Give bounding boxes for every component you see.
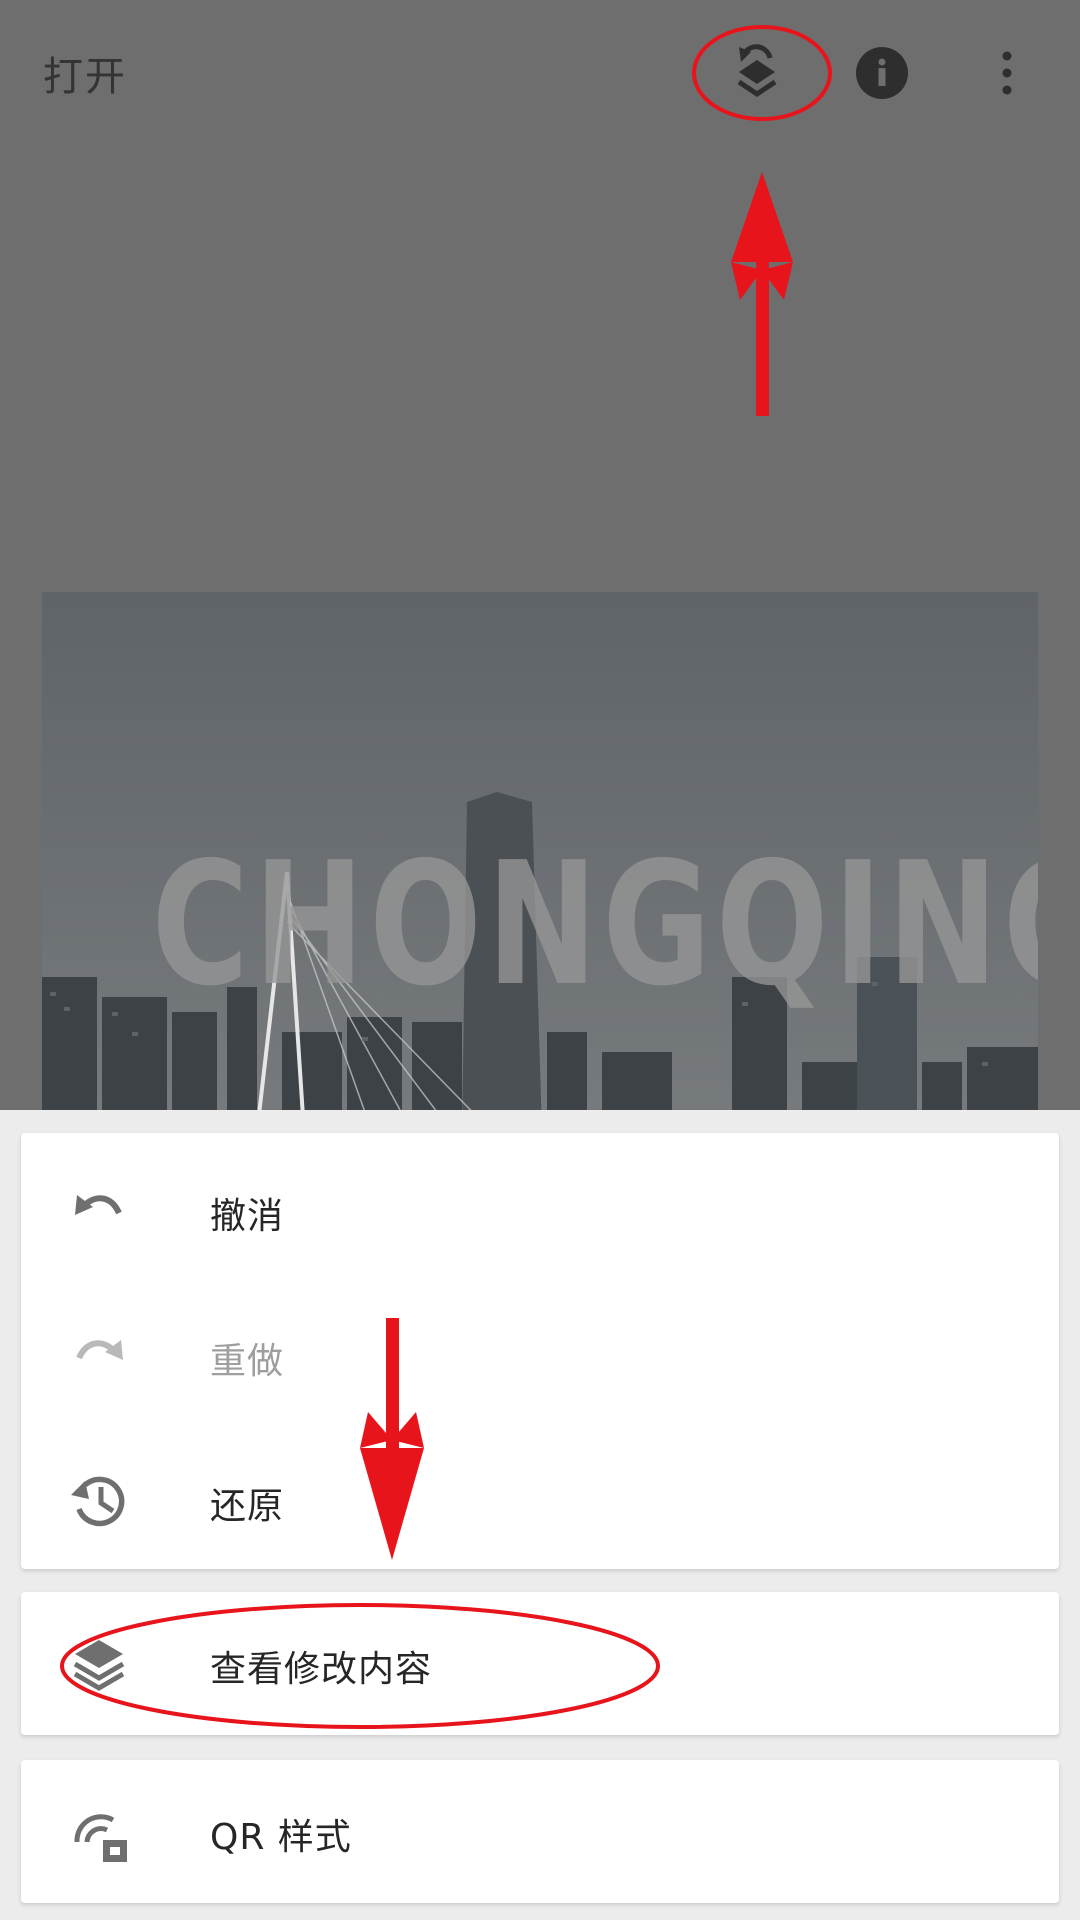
restore-history-icon [63, 1465, 135, 1537]
edit-history-card: 撤消 重做 还原 [21, 1133, 1059, 1569]
info-button[interactable] [847, 38, 917, 108]
photo-preview: CHONGQING [42, 592, 1038, 1110]
redo-icon [63, 1320, 135, 1392]
stack-history-icon [737, 44, 777, 98]
menu-label: 重做 [210, 1341, 285, 1382]
more-options-button[interactable] [972, 38, 1042, 108]
editor-scrim[interactable]: 打开 CHONGQING [0, 0, 1080, 1110]
layers-icon [63, 1628, 135, 1700]
stack-history-button[interactable] [722, 38, 792, 108]
menu-item-restore[interactable]: 还原 [21, 1431, 1059, 1571]
qr-style-card: QR 样式 [21, 1760, 1059, 1903]
menu-item-view-edits[interactable]: 查看修改内容 [21, 1594, 1059, 1734]
info-icon [856, 47, 908, 99]
menu-label: 撤消 [210, 1196, 285, 1237]
undo-icon [63, 1175, 135, 1247]
more-vert-icon [1002, 51, 1012, 95]
screen: 打开 CHONGQING 撤消 重做 还原 查看修改内容 QR 样式 [0, 0, 1080, 1920]
photo-overlay-text: CHONGQING [151, 826, 1038, 1024]
view-edits-card: 查看修改内容 [21, 1592, 1059, 1735]
open-button[interactable]: 打开 [43, 44, 127, 102]
menu-item-undo[interactable]: 撤消 [21, 1141, 1059, 1281]
menu-item-redo[interactable]: 重做 [21, 1286, 1059, 1426]
menu-label: 查看修改内容 [210, 1649, 433, 1690]
menu-item-qr-style[interactable]: QR 样式 [21, 1762, 1059, 1902]
menu-label: QR 样式 [210, 1817, 352, 1858]
menu-label: 还原 [210, 1486, 285, 1527]
qr-style-icon [63, 1796, 135, 1868]
